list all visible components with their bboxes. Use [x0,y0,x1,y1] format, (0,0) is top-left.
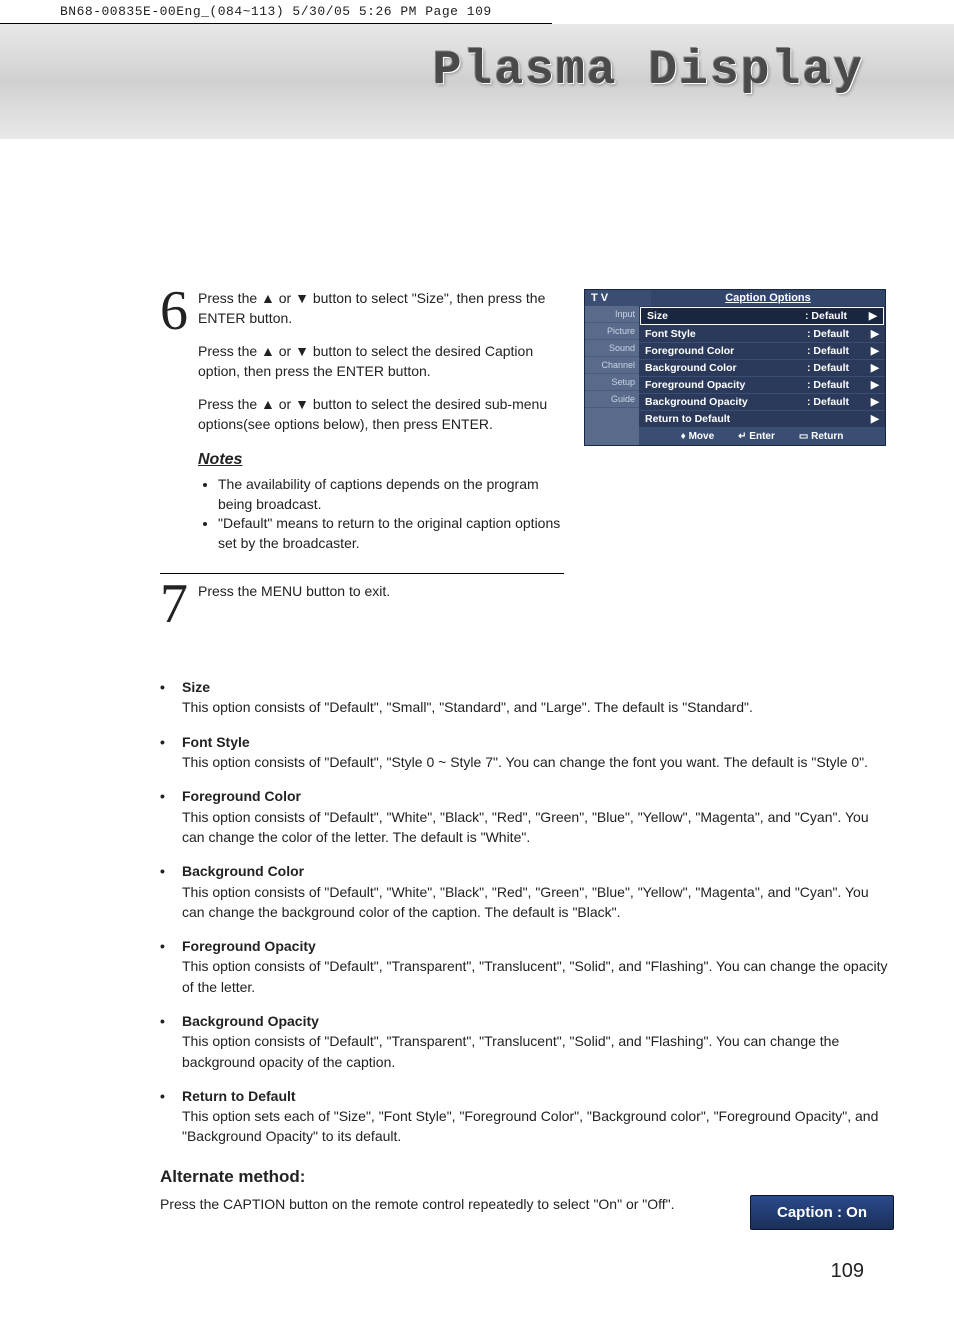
osd-side-input: Input [585,306,639,323]
option-title: Foreground Opacity [182,936,894,956]
osd-side-sound: Sound [585,340,639,357]
option-item: • Foreground Color This option consists of… [160,786,894,847]
step6-text-2: Press the ▲ or ▼ button to select the de… [198,342,564,381]
osd-row-value: : Default [807,379,867,391]
osd-row-bgopacity: Background Opacity : Default ▶ [639,394,885,411]
osd-row-value: : Default [807,396,867,408]
option-title: Foreground Color [182,786,894,806]
step6-text-3: Press the ▲ or ▼ button to select the de… [198,395,564,434]
chevron-right-icon: ▶ [867,396,879,408]
osd-footer-enter: ↵ Enter [738,431,775,442]
osd-side-setup: Setup [585,374,639,391]
option-desc: This option consists of "Default", "Styl… [182,754,868,770]
chevron-right-icon: ▶ [865,310,877,322]
note-item: "Default" means to return to the origina… [218,514,564,553]
step-separator [160,573,564,574]
option-item: • Background Color This option consists of… [160,861,894,922]
print-crop-header: BN68-00835E-00Eng_(084~113) 5/30/05 5:26… [0,0,552,24]
notes-list: The availability of captions depends on … [198,475,564,553]
option-title: Background Color [182,861,894,881]
page-heading: Plasma Display [433,44,864,98]
osd-row-value: : Default [807,328,867,340]
option-desc: This option consists of "Default", "Smal… [182,699,753,715]
option-title: Font Style [182,732,894,752]
osd-row-label: Font Style [645,328,807,340]
notes-heading: Notes [198,449,564,471]
chevron-right-icon: ▶ [867,362,879,374]
option-desc: This option consists of "Default", "Whit… [182,809,869,845]
osd-tv-label: T V [585,290,651,306]
osd-footer: ♦ Move ↵ Enter ▭ Return [639,428,885,445]
option-item: • Background OpacityThis option consists … [160,1011,894,1072]
osd-row-value: : Default [807,345,867,357]
step7-text: Press the MENU button to exit. [198,582,564,602]
osd-row-return: Return to Default ▶ [639,411,885,428]
osd-row-value: : Default [805,310,865,322]
option-item: • Foreground OpacityThis option consists … [160,936,894,997]
bullet-icon: • [160,732,174,773]
osd-row-fgcolor: Foreground Color : Default ▶ [639,343,885,360]
osd-side-guide: Guide [585,391,639,408]
osd-sidebar: Input Picture Sound Channel Setup Guide [585,306,639,445]
bullet-icon: • [160,677,174,718]
step-7: 7 Press the MENU button to exit. [160,582,564,627]
bullet-icon: • [160,936,174,997]
chevron-right-icon: ▶ [867,379,879,391]
osd-title: Caption Options [651,290,885,306]
osd-row-label: Foreground Opacity [645,379,807,391]
osd-row-size: Size : Default ▶ [640,307,884,325]
option-desc: This option consists of "Default", "Whit… [182,884,869,920]
alternate-method-text: Press the CAPTION button on the remote c… [160,1195,710,1215]
option-item: • Size This option consists of "Default", … [160,677,894,718]
option-title: Size [182,677,894,697]
option-desc: This option sets each of "Size", "Font S… [182,1108,878,1144]
options-list: • Size This option consists of "Default", … [160,677,894,1147]
bullet-icon: • [160,1011,174,1072]
osd-row-label: Background Opacity [645,396,807,408]
alternate-method-heading: Alternate method: [160,1167,894,1187]
note-item: The availability of captions depends on … [218,475,564,514]
step-6: 6 Press the ▲ or ▼ button to select "Siz… [160,289,564,563]
osd-row-font: Font Style : Default ▶ [639,326,885,343]
osd-row-label: Return to Default [645,413,807,425]
step-number-6: 6 [160,289,190,563]
osd-footer-return: ▭ Return [799,431,843,442]
caption-status-pill: Caption : On [750,1195,894,1230]
osd-footer-move: ♦ Move [681,431,714,442]
osd-row-label: Background Color [645,362,807,374]
chevron-right-icon: ▶ [867,328,879,340]
osd-side-picture: Picture [585,323,639,340]
header-band: Plasma Display [0,24,954,139]
step-number-7: 7 [160,582,190,627]
osd-row-value: : Default [807,362,867,374]
bullet-icon: • [160,786,174,847]
osd-row-label: Foreground Color [645,345,807,357]
osd-row-label: Size [647,310,805,322]
osd-row-bgcolor: Background Color : Default ▶ [639,360,885,377]
bullet-icon: • [160,1086,174,1147]
osd-options: Size : Default ▶ Font Style : Default ▶ … [639,306,885,445]
option-item: • Font Style This option consists of "Defa… [160,732,894,773]
osd-side-channel: Channel [585,357,639,374]
option-desc: This option consists of "Default", "Tran… [182,1033,839,1069]
step6-text-1: Press the ▲ or ▼ button to select "Size"… [198,289,564,328]
option-item: • Return to DefaultThis option sets each … [160,1086,894,1147]
option-desc: This option consists of "Default", "Tran… [182,958,888,994]
option-title: Background Opacity [182,1011,894,1031]
osd-menu: T V Caption Options Input Picture Sound … [584,289,886,446]
chevron-right-icon: ▶ [867,413,879,425]
bullet-icon: • [160,861,174,922]
chevron-right-icon: ▶ [867,345,879,357]
osd-row-fgopacity: Foreground Opacity : Default ▶ [639,377,885,394]
option-title: Return to Default [182,1086,894,1106]
page-number: 109 [160,1260,894,1283]
